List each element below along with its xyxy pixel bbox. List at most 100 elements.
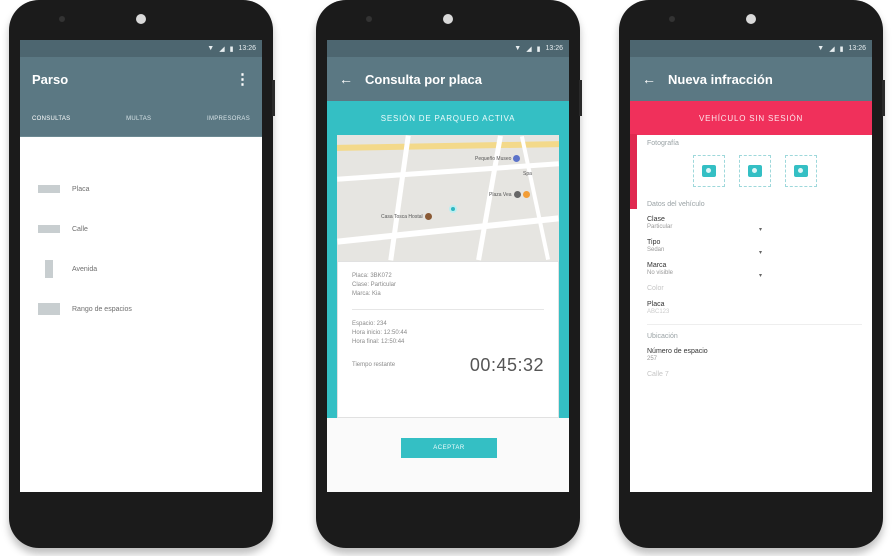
list-item-label: Calle [72,225,88,233]
list-item-calle[interactable]: Calle [20,209,262,249]
map-view[interactable]: Pequeño Museo Spa Plaza Vea Casa Tosca H… [337,135,559,261]
clock: 13:26 [848,45,866,52]
location-section-title: Ubicación [647,333,678,340]
signal-icon: ◢ [829,45,835,53]
phone-frame-3: ▼ ◢ ▮ 13:26 ← Nueva infracción VEHÍCULO … [619,0,885,548]
status-bar: ▼ ◢ ▮ 13:26 [20,40,262,57]
plate-placeholder: ABC123 [647,309,670,315]
back-arrow-icon[interactable]: ← [642,71,656,87]
dropdown-arrow-icon: ▾ [759,273,763,279]
vehicle-section-title: Datos del vehículo [647,201,705,208]
query-options-list: Placa Calle Avenida Rango de espacios [20,137,262,329]
field-label: Placa [647,301,665,308]
volume-button [882,80,885,116]
add-photo-button[interactable] [784,155,817,187]
space-number-field[interactable]: Número de espacio 257 [647,348,862,362]
list-item-label: Rango de espacios [72,305,132,313]
remaining-label: Tiempo restante [352,362,396,368]
field-label: Tipo [647,239,661,246]
brand-dropdown[interactable]: Marca No visible ▾ [647,262,862,279]
status-bar: ▼ ◢ ▮ 13:26 [327,40,569,57]
type-dropdown[interactable]: Tipo Sedan ▾ [647,239,862,256]
battery-icon: ▮ [536,45,541,53]
store-icon [513,191,521,198]
front-camera [59,16,65,22]
speaker [136,14,146,24]
timer-row: Tiempo restante 00:45:32 [352,356,544,374]
card-divider [352,309,544,310]
field-label: Clase [647,216,665,223]
space-range-icon [38,303,60,315]
photo-slots [647,155,862,187]
violation-form: Fotografía Datos del vehículo Clase Part… [637,134,872,393]
signal-icon: ◢ [526,45,532,53]
phone-frame-1: ▼ ◢ ▮ 13:26 Parso ⋮ CONSULTAS MULTAS IMP… [9,0,275,548]
overflow-menu-icon[interactable]: ⋮ [235,72,250,87]
class-dropdown[interactable]: Clase Particular ▾ [647,216,862,233]
session-active-banner: SESIÓN DE PARQUEO ACTIVA [327,101,569,135]
tab-impresoras[interactable]: IMPRESORAS [207,116,250,122]
status-bar: ▼ ◢ ▮ 13:26 [630,40,872,57]
add-photo-button[interactable] [692,155,725,187]
front-camera [669,16,675,22]
app-title: Parso [32,71,69,87]
wifi-icon: ▼ [817,45,825,52]
photo-section-title: Fotografía [647,140,679,147]
screen-title: Nueva infracción [668,71,773,87]
plate-icon [38,185,60,193]
speaker [443,14,453,24]
tab-multas[interactable]: MULTAS [126,116,151,122]
field-value: Sedan [647,247,665,253]
field-label: Número de espacio [647,348,708,355]
camera-icon [701,165,716,177]
location-pin-icon [449,205,457,213]
map-poi-hostal: Casa Tosca Hostal [381,213,432,220]
clock: 13:26 [545,45,563,52]
museum-icon [513,155,521,162]
front-camera [366,16,372,22]
session-details-card: Placa: 3BK072 Clase: Particular Marca: K… [337,261,559,418]
banner-accent [630,134,637,209]
volume-button [579,80,582,116]
app-bar: ← Nueva infracción [630,57,872,101]
tab-consultas[interactable]: CONSULTAS [32,116,70,122]
list-item-avenida[interactable]: Avenida [20,249,262,289]
plate-text: Placa: 3BK072 [352,273,392,279]
list-item-placa[interactable]: Placa [20,169,262,209]
clock: 13:26 [238,45,256,52]
app-bar: ← Consulta por placa [327,57,569,101]
street-field[interactable]: Calle 7 [647,371,862,378]
map-poi-museum: Pequeño Museo [475,155,521,162]
battery-icon: ▮ [229,45,234,53]
screen-plate-query: ▼ ◢ ▮ 13:26 ← Consulta por placa SESIÓN … [327,40,569,492]
back-arrow-icon[interactable]: ← [339,71,353,87]
accept-button[interactable]: ACEPTAR [401,438,497,458]
plate-field[interactable]: Placa ABC123 [647,301,862,315]
field-value: 257 [647,356,658,362]
space-text: Espacio: 234 [352,321,387,327]
list-item-label: Avenida [72,265,98,273]
wifi-icon: ▼ [207,45,215,52]
end-time-text: Hora final: 12:50:44 [352,339,405,345]
start-time-text: Hora inicio: 12:50:44 [352,330,408,336]
list-item-rango[interactable]: Rango de espacios [20,289,262,329]
field-value: Particular [647,224,673,230]
color-field[interactable]: Color [647,285,862,292]
app-bar: Parso ⋮ [20,57,262,101]
add-photo-button[interactable] [738,155,771,187]
volume-button [272,80,275,116]
mockup-stage: ▼ ◢ ▮ 13:26 Parso ⋮ CONSULTAS MULTAS IMP… [0,0,895,556]
battery-icon: ▮ [839,45,844,53]
dropdown-arrow-icon: ▾ [759,250,763,256]
screen-title: Consulta por placa [365,71,483,87]
screen-main-menu: ▼ ◢ ▮ 13:26 Parso ⋮ CONSULTAS MULTAS IMP… [20,40,262,492]
restaurant-icon [522,191,530,198]
field-label: Marca [647,262,667,269]
section-divider [647,324,862,325]
avenue-icon [45,260,53,278]
speaker [746,14,756,24]
tab-bar: CONSULTAS MULTAS IMPRESORAS [20,101,262,137]
map-poi-plaza: Plaza Vea [489,191,530,198]
list-item-label: Placa [72,185,90,193]
camera-icon [747,165,762,177]
